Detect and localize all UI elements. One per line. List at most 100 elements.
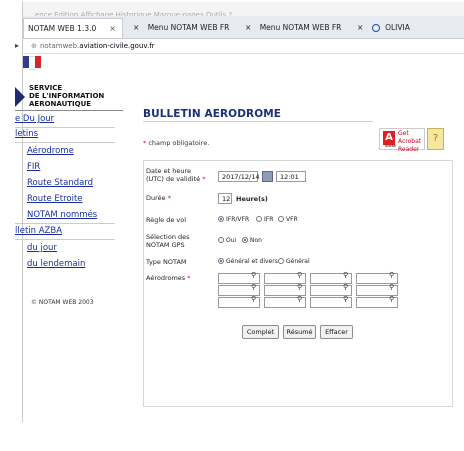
tab-label: Menu NOTAM WEB FR — [259, 23, 342, 32]
acrobat-line: Reader — [398, 146, 420, 153]
radio-label: IFR/VFR — [226, 216, 250, 223]
tab-menu-notam-1[interactable]: × Menu NOTAM WEB FR — [129, 18, 239, 38]
radio-label: Oui — [226, 237, 237, 244]
address-bar[interactable]: ▸ ⊕ notamweb.aviation-civile.gouv.fr — [15, 39, 464, 54]
sidebar-divider — [15, 239, 115, 240]
search-icon[interactable]: ⚲ — [389, 283, 394, 291]
required-note: * champ obligatoire. — [143, 139, 209, 147]
search-icon[interactable]: ⚲ — [389, 295, 394, 303]
bulletin-form: Date et heure (UTC) de validité * 2017/1… — [143, 160, 453, 407]
close-tab-icon[interactable]: × — [109, 19, 116, 39]
search-icon[interactable]: ⚲ — [297, 295, 302, 303]
radio-ifr[interactable]: IFR — [256, 216, 273, 223]
screenshot-stage: ence Edition Affichage Historique Marque… — [0, 0, 464, 451]
help-icon[interactable]: ? — [427, 128, 444, 150]
sidebar-item-notam-nommes[interactable]: NOTAM nommés — [27, 210, 97, 220]
radio-empty-icon — [256, 216, 262, 222]
page-title: BULLETIN AERODROME — [143, 108, 282, 120]
sidebar-item-du-jour[interactable]: du jour — [27, 243, 57, 253]
radio-empty-icon — [278, 216, 284, 222]
date-input[interactable]: 2017/12/14 — [218, 171, 259, 182]
radio-label: VFR — [286, 216, 298, 223]
sidebar-item-route-standard[interactable]: Route Standard — [27, 178, 93, 188]
service-line: AERONAUTIQUE — [29, 100, 92, 108]
type-notam-label: Type NOTAM — [146, 258, 187, 266]
complet-button[interactable]: Complet — [242, 325, 279, 339]
aerodromes-label-text: Aérodromes — [146, 274, 186, 282]
sidebar: SERVICE DE L'INFORMATION AERONAUTIQUE e … — [15, 54, 134, 422]
calendar-icon[interactable] — [262, 171, 273, 182]
search-icon[interactable]: ⚲ — [251, 283, 256, 291]
radio-selected-icon — [218, 258, 224, 264]
radio-general[interactable]: Général — [278, 258, 310, 265]
required-star: * — [187, 274, 191, 282]
radio-general-divers[interactable]: Général et divers — [218, 258, 278, 265]
url-host: aviation-civile.gouv.fr — [79, 42, 155, 50]
gps-label: Sélection des NOTAM GPS — [146, 233, 190, 249]
sidebar-divider — [15, 127, 115, 128]
adobe-acrobat-icon: A — [383, 131, 395, 145]
required-star: * — [202, 175, 206, 183]
search-icon[interactable]: ⚲ — [251, 295, 256, 303]
radio-gps-non[interactable]: Non — [242, 237, 262, 244]
time-input[interactable]: 12:01 — [276, 171, 306, 182]
duree-label: Durée * — [146, 194, 171, 202]
close-tab-icon[interactable]: × — [133, 23, 139, 32]
sidebar-item-bulletin-azba[interactable]: lletin AZBA — [15, 226, 62, 236]
site-identity-icon[interactable]: ⊕ — [31, 39, 37, 53]
search-icon[interactable]: ⚲ — [297, 271, 302, 279]
main-content: BULLETIN AERODROME * champ obligatoire. … — [133, 54, 464, 422]
tab-label: NOTAM WEB 1.3.0 — [28, 24, 97, 33]
duree-input[interactable]: 12 — [218, 193, 232, 204]
tab-notam-web[interactable]: NOTAM WEB 1.3.0 × — [23, 18, 123, 38]
regle-vol-label: Règle de vol — [146, 216, 187, 224]
sidebar-item-une-du-jour[interactable]: e Du Jour — [15, 114, 54, 124]
service-line: DE L'INFORMATION — [29, 92, 105, 100]
duree-unit: Heure(s) — [236, 195, 268, 203]
radio-ifr-vfr[interactable]: IFR/VFR — [218, 216, 249, 223]
acrobat-text: Get Acrobat Reader — [398, 130, 424, 154]
required-star: * — [167, 194, 171, 202]
copyright-notice: © NOTAM WEB 2003 — [31, 299, 94, 306]
tab-bar: NOTAM WEB 1.3.0 × × Menu NOTAM WEB FR × … — [23, 16, 464, 39]
required-star: * — [143, 139, 147, 147]
radio-label: Général et divers — [226, 258, 278, 265]
effacer-button[interactable]: Effacer — [320, 325, 353, 339]
sidebar-item-aerodrome[interactable]: Aérodrome — [27, 146, 74, 156]
radio-selected-icon — [218, 216, 224, 222]
republique-francaise-logo — [15, 54, 45, 78]
service-line: SERVICE — [29, 84, 63, 92]
resume-button[interactable]: Résumé — [283, 325, 316, 339]
radio-empty-icon — [218, 237, 224, 243]
sidebar-item-route-etroite[interactable]: Route Etroite — [27, 194, 83, 204]
sidebar-divider — [15, 110, 123, 111]
service-name: SERVICE DE L'INFORMATION AERONAUTIQUE — [29, 84, 104, 108]
close-tab-icon[interactable]: × — [245, 23, 251, 32]
sidebar-item-bulletins[interactable]: letins — [15, 129, 38, 139]
browser-window: ence Edition Affichage Historique Marque… — [15, 2, 464, 422]
aerodromes-label: Aérodromes * — [146, 274, 191, 282]
search-icon[interactable]: ⚲ — [251, 271, 256, 279]
search-icon[interactable]: ⚲ — [297, 283, 302, 291]
search-icon[interactable]: ⚲ — [389, 271, 394, 279]
olivia-favicon-icon — [371, 24, 380, 32]
radio-vfr[interactable]: VFR — [278, 216, 298, 223]
tab-olivia[interactable]: × OLIVIA — [353, 18, 464, 38]
radio-gps-oui[interactable]: Oui — [218, 237, 236, 244]
close-tab-icon[interactable]: × — [357, 23, 363, 32]
radio-label: Non — [250, 237, 262, 244]
get-acrobat-reader-badge[interactable]: A Get Acrobat Reader Adobe — [379, 128, 425, 153]
radio-selected-icon — [242, 237, 248, 243]
duree-label-text: Durée — [146, 194, 166, 202]
search-icon[interactable]: ⚲ — [343, 283, 348, 291]
sidebar-divider — [15, 142, 115, 143]
sidebar-item-du-lendemain[interactable]: du lendemain — [27, 259, 85, 269]
adobe-label: Adobe — [385, 144, 397, 148]
search-icon[interactable]: ⚲ — [343, 271, 348, 279]
required-text: champ obligatoire. — [148, 139, 210, 147]
back-arrow-icon[interactable]: ▸ — [15, 39, 19, 53]
search-icon[interactable]: ⚲ — [343, 295, 348, 303]
tab-menu-notam-2[interactable]: × Menu NOTAM WEB FR — [241, 18, 351, 38]
tab-label: Menu NOTAM WEB FR — [147, 23, 230, 32]
sidebar-item-fir[interactable]: FIR — [27, 162, 40, 172]
